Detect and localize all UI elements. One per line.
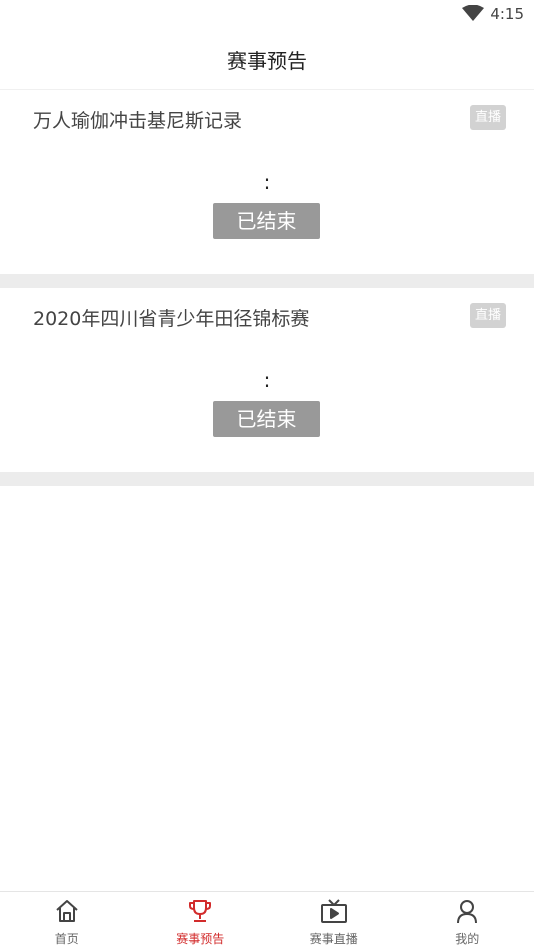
card-separator (0, 274, 534, 288)
tab-label: 赛事预告 (176, 932, 225, 946)
tab-label: 首页 (54, 932, 79, 946)
status-bar: 4:15 (0, 0, 534, 28)
page-title: 赛事预告 (227, 49, 307, 73)
live-badge: 直播 (470, 105, 506, 130)
tab-event-preview[interactable]: 赛事预告 (134, 892, 268, 949)
event-card[interactable]: 万人瑜伽冲击基尼斯记录 直播 : 已结束 (0, 90, 534, 274)
person-icon (457, 900, 478, 924)
event-card[interactable]: 2020年四川省青少年田径锦标赛 直播 : 已结束 (0, 288, 534, 472)
trophy-icon (189, 900, 212, 922)
tv-play-icon (320, 899, 347, 923)
app-header: 赛事预告 (0, 28, 534, 90)
status-time: 4:15 (490, 5, 524, 23)
event-name: 2020年四川省青少年田径锦标赛 (33, 308, 310, 330)
event-status-button[interactable]: 已结束 (213, 203, 320, 239)
event-time-colon: : (263, 368, 271, 392)
tab-mine[interactable]: 我的 (401, 892, 534, 949)
card-separator (0, 472, 534, 486)
event-name: 万人瑜伽冲击基尼斯记录 (33, 110, 243, 132)
tab-label: 我的 (455, 932, 480, 946)
tab-label: 赛事直播 (309, 932, 358, 946)
event-list: 万人瑜伽冲击基尼斯记录 直播 : 已结束 2020年四川省青少年田径锦标赛 直播… (0, 90, 534, 486)
live-badge: 直播 (470, 303, 506, 328)
tab-live[interactable]: 赛事直播 (267, 892, 401, 949)
home-icon (56, 900, 78, 922)
event-status-button[interactable]: 已结束 (213, 401, 320, 437)
bottom-tab-bar: 首页 赛事预告 赛事直播 我的 (0, 891, 534, 949)
wifi-icon (462, 5, 484, 21)
event-time-colon: : (263, 170, 271, 194)
tab-home[interactable]: 首页 (0, 892, 134, 949)
